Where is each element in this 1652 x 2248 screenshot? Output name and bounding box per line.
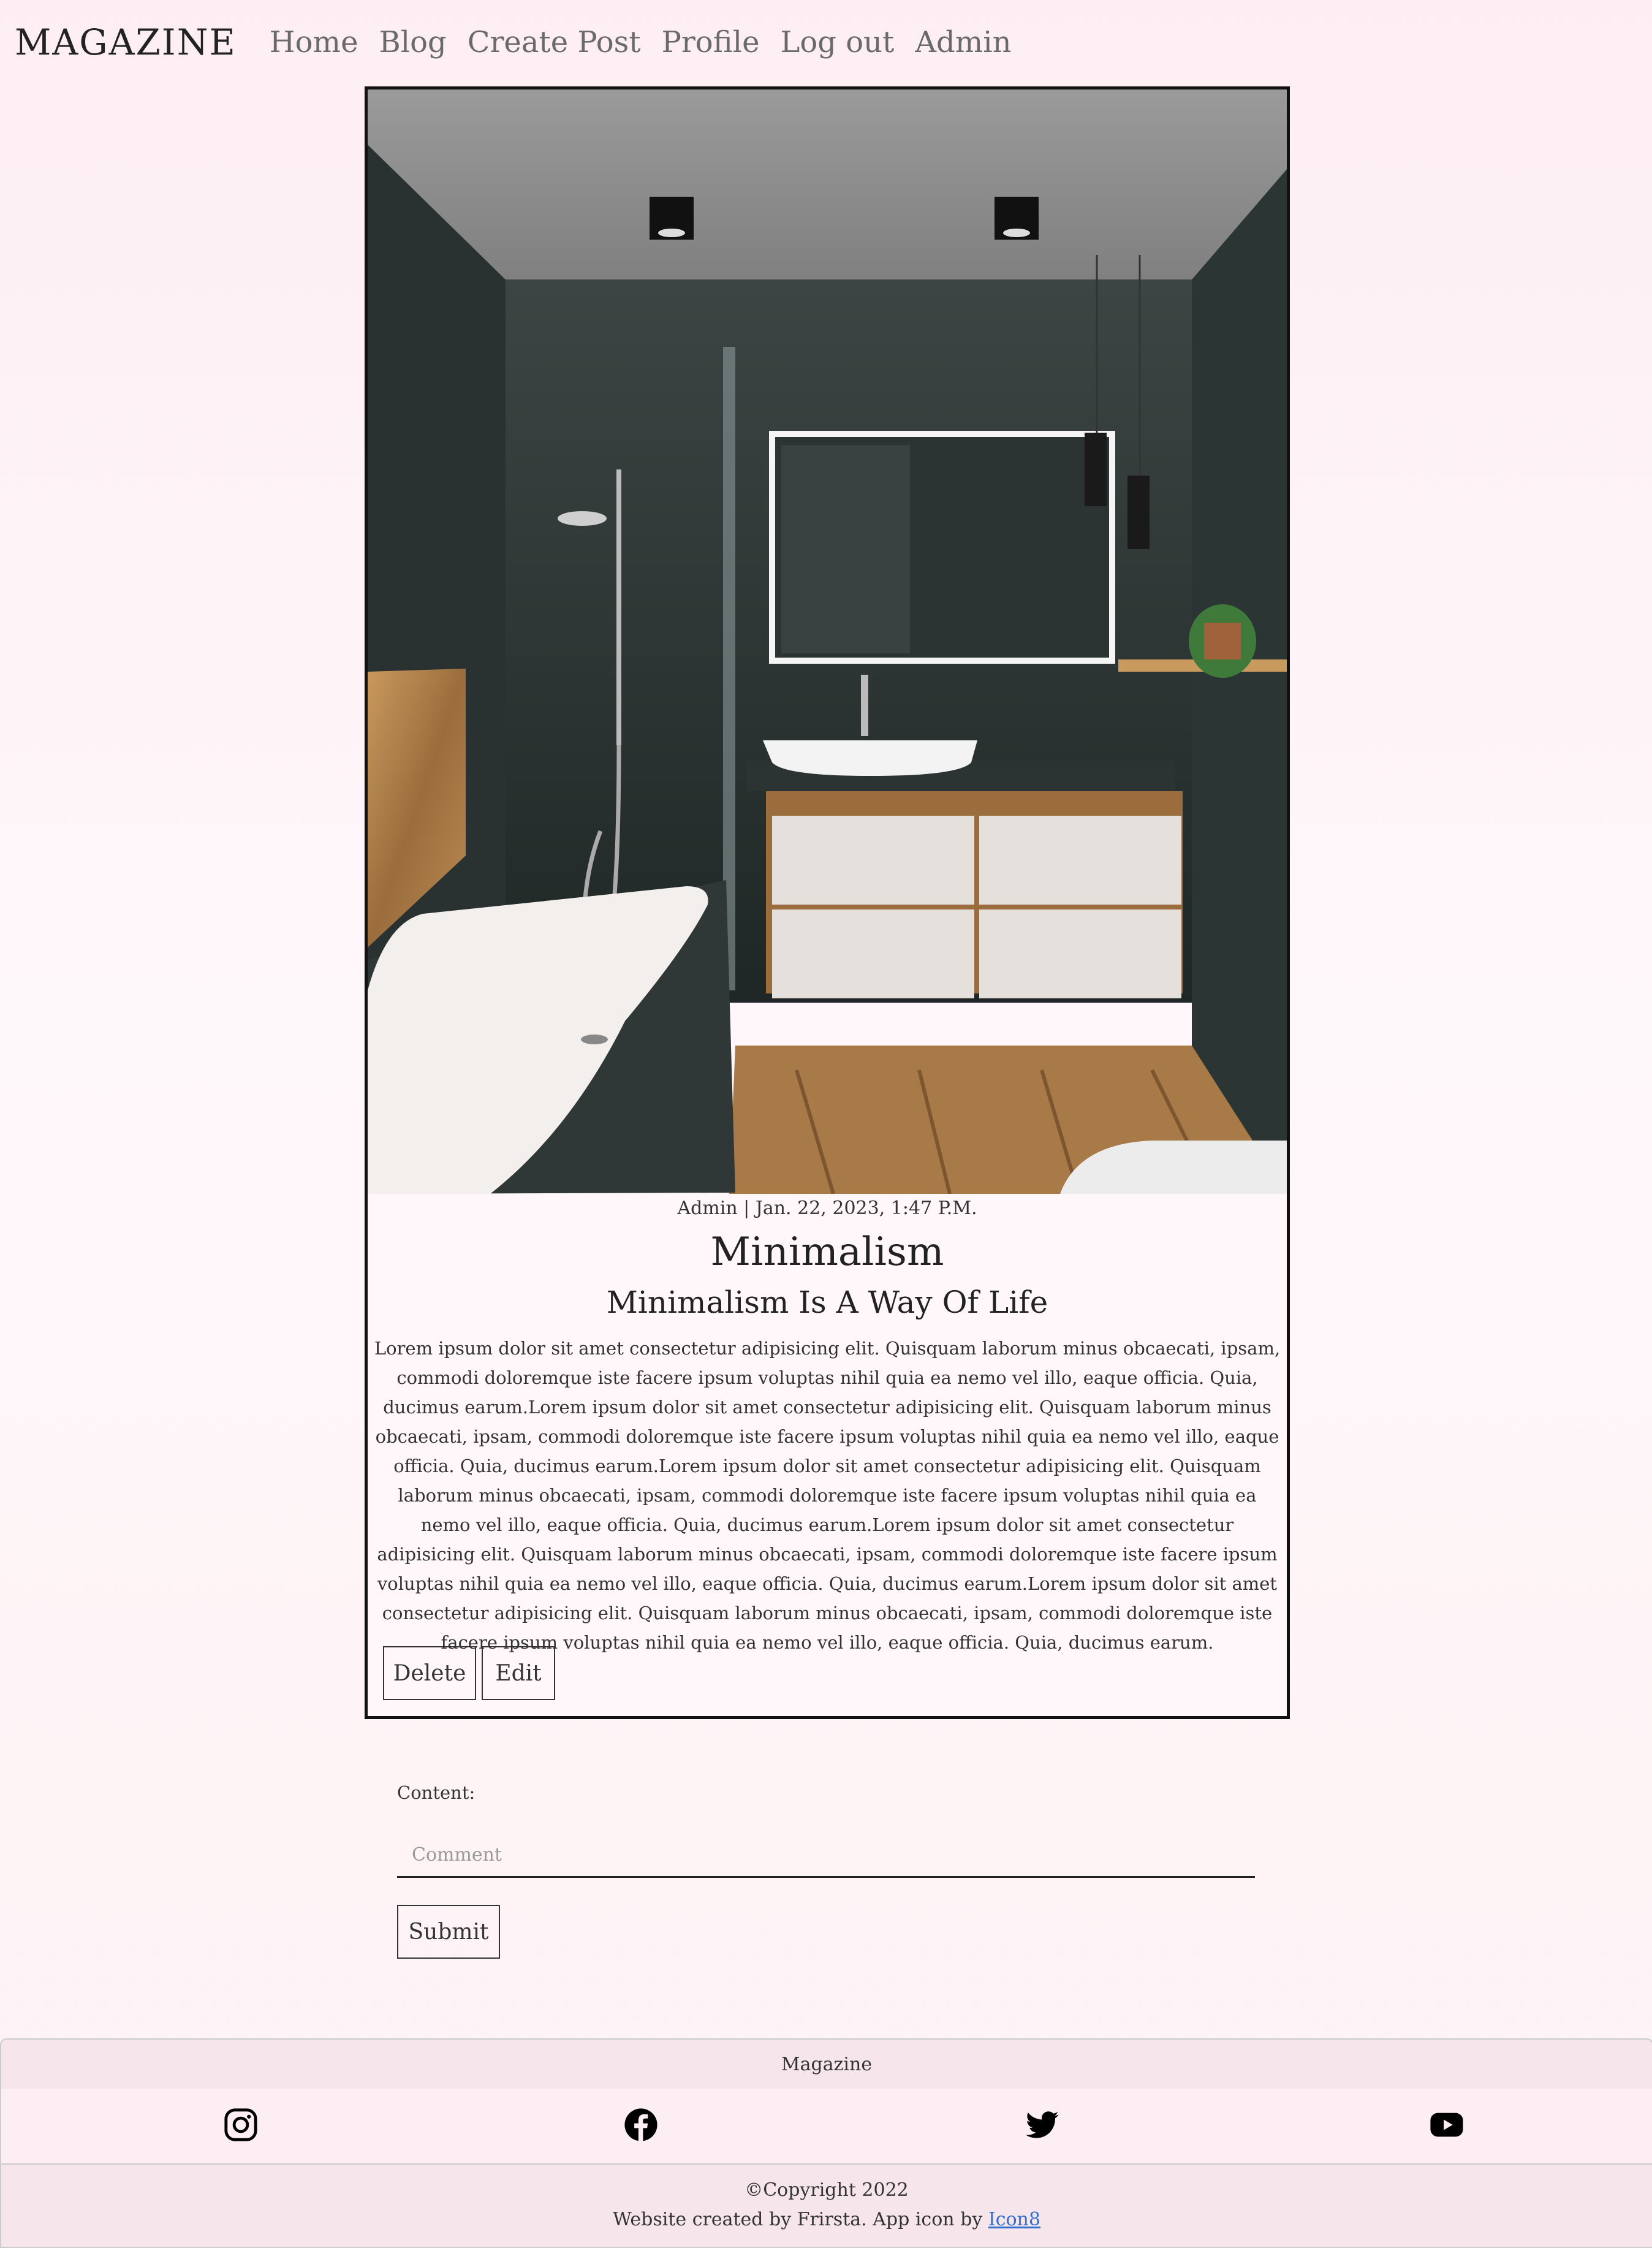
edit-button[interactable]: Edit xyxy=(482,1646,555,1700)
nav-home-link[interactable]: Home xyxy=(270,25,358,59)
nav-create-post-link[interactable]: Create Post xyxy=(468,25,641,59)
footer-title: Magazine xyxy=(0,2038,1652,2090)
post-card: Admin | Jan. 22, 2023, 1:47 P.M. Minimal… xyxy=(365,86,1290,1719)
brand-logo[interactable]: MAGAZINE xyxy=(15,21,237,63)
footer-bottom: ©Copyright 2022 Website created by Frirs… xyxy=(0,2163,1652,2248)
nav-admin-link[interactable]: Admin xyxy=(915,25,1011,59)
icon8-link[interactable]: Icon8 xyxy=(988,2209,1040,2230)
post-title: Minimalism xyxy=(710,1229,944,1275)
nav-blog-link[interactable]: Blog xyxy=(379,25,446,59)
nav-profile-link[interactable]: Profile xyxy=(662,25,760,59)
footer-social-icons xyxy=(0,2089,1652,2163)
nav-links: Home Blog Create Post Profile Log out Ad… xyxy=(249,25,1012,59)
delete-button[interactable]: Delete xyxy=(383,1646,476,1700)
submit-button[interactable]: Submit xyxy=(397,1905,500,1959)
instagram-icon[interactable] xyxy=(223,2107,259,2143)
youtube-icon[interactable] xyxy=(1429,2107,1464,2143)
top-navbar: MAGAZINE Home Blog Create Post Profile L… xyxy=(0,0,1652,85)
facebook-icon[interactable] xyxy=(623,2107,659,2143)
footer: Magazine ©Copyright 2022 Website created… xyxy=(0,2038,1652,2248)
post-image xyxy=(368,89,1287,1194)
comment-label: Content: xyxy=(397,1782,476,1803)
post-body: Lorem ipsum dolor sit amet consectetur a… xyxy=(374,1338,1281,1653)
twitter-icon[interactable] xyxy=(1025,2107,1060,2143)
post-meta: Admin | Jan. 22, 2023, 1:47 P.M. xyxy=(677,1198,977,1219)
comment-input[interactable] xyxy=(397,1834,1255,1878)
credit-text: Website created by Frirsta. App icon by xyxy=(613,2209,983,2230)
nav-logout-link[interactable]: Log out xyxy=(780,25,894,59)
post-subtitle: Minimalism Is A Way Of Life xyxy=(606,1285,1048,1320)
credit-line: Website created by Frirsta. App icon by … xyxy=(1,2209,1652,2230)
copyright-text: ©Copyright 2022 xyxy=(745,2179,909,2201)
